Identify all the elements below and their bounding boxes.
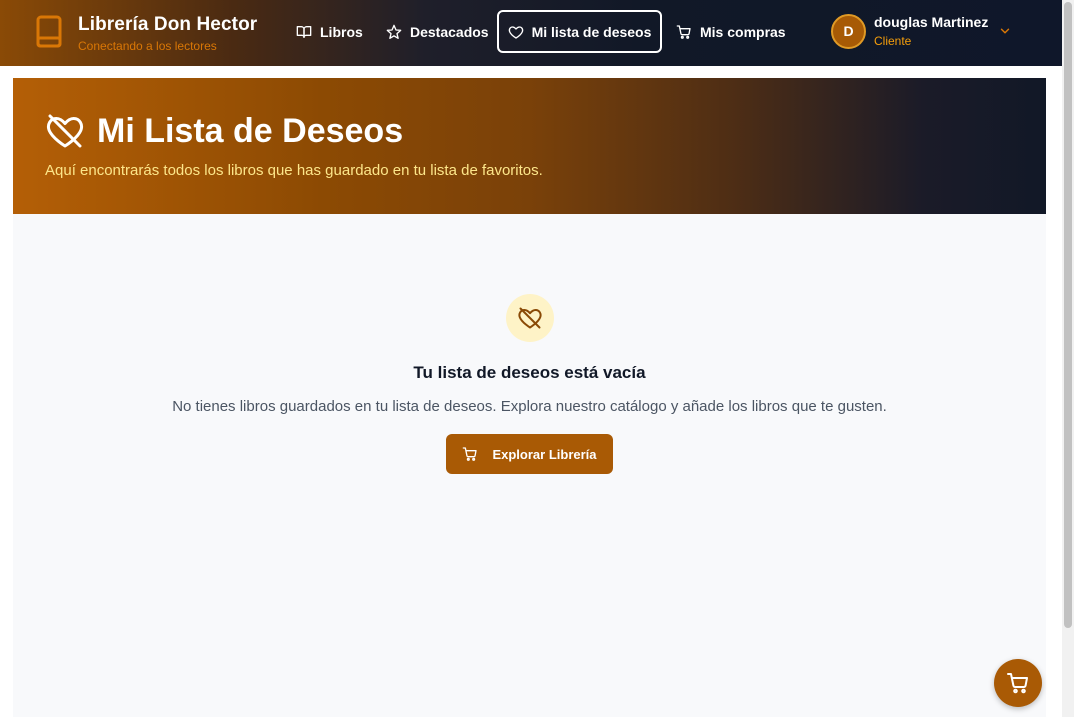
heart-off-icon [46, 114, 84, 148]
cart-icon [676, 24, 691, 39]
nav-mis-compras[interactable]: Mis compras [664, 10, 798, 53]
explore-library-button-label: Explorar Librería [492, 446, 597, 462]
scrollbar-thumb[interactable] [1064, 2, 1072, 628]
empty-state-icon-circle [506, 294, 554, 342]
page-title: Mi Lista de Deseos [97, 112, 404, 150]
page-subtitle: Aquí encontrarás todos los libros que ha… [45, 162, 543, 179]
scrollbar[interactable] [1062, 0, 1074, 717]
floating-cart-button[interactable] [994, 659, 1042, 707]
book-icon [36, 15, 62, 48]
star-icon [386, 24, 402, 39]
nav-destacados-label: Destacados [410, 23, 489, 40]
chevron-down-icon [1001, 28, 1010, 34]
cart-icon [463, 447, 478, 461]
cart-icon [1007, 673, 1028, 694]
user-name: douglas Martinez [874, 14, 989, 30]
heart-off-icon [518, 307, 542, 329]
avatar: D [831, 13, 866, 49]
empty-state-description: No tienes libros guardados en tu lista d… [172, 398, 887, 415]
nav-lista-deseos[interactable]: Mi lista de deseos [497, 10, 662, 53]
user-role: Cliente [874, 34, 912, 48]
brand-subtitle: Conectando a los lectores [78, 39, 217, 53]
hero-banner: Mi Lista de Deseos Aquí encontrarás todo… [13, 78, 1046, 214]
nav-libros-label: Libros [320, 23, 363, 40]
main-content: Mi Lista de Deseos Aquí encontrarás todo… [13, 78, 1046, 717]
brand-title: Librería Don Hector [78, 14, 258, 35]
open-book-icon [296, 25, 312, 38]
empty-state-title: Tu lista de deseos está vacía [413, 363, 646, 382]
brand[interactable]: Librería Don Hector Conectando a los lec… [36, 14, 257, 54]
heart-icon [508, 25, 523, 39]
explore-library-button[interactable]: Explorar Librería [446, 434, 613, 474]
top-navbar: Librería Don Hector Conectando a los lec… [0, 0, 1062, 66]
user-menu[interactable]: D douglas Martinez Cliente [831, 13, 1012, 49]
nav-libros[interactable]: Libros [284, 10, 375, 53]
nav-lista-deseos-label: Mi lista de deseos [531, 23, 652, 40]
nav-destacados[interactable]: Destacados [374, 10, 501, 53]
nav-mis-compras-label: Mis compras [700, 23, 786, 40]
